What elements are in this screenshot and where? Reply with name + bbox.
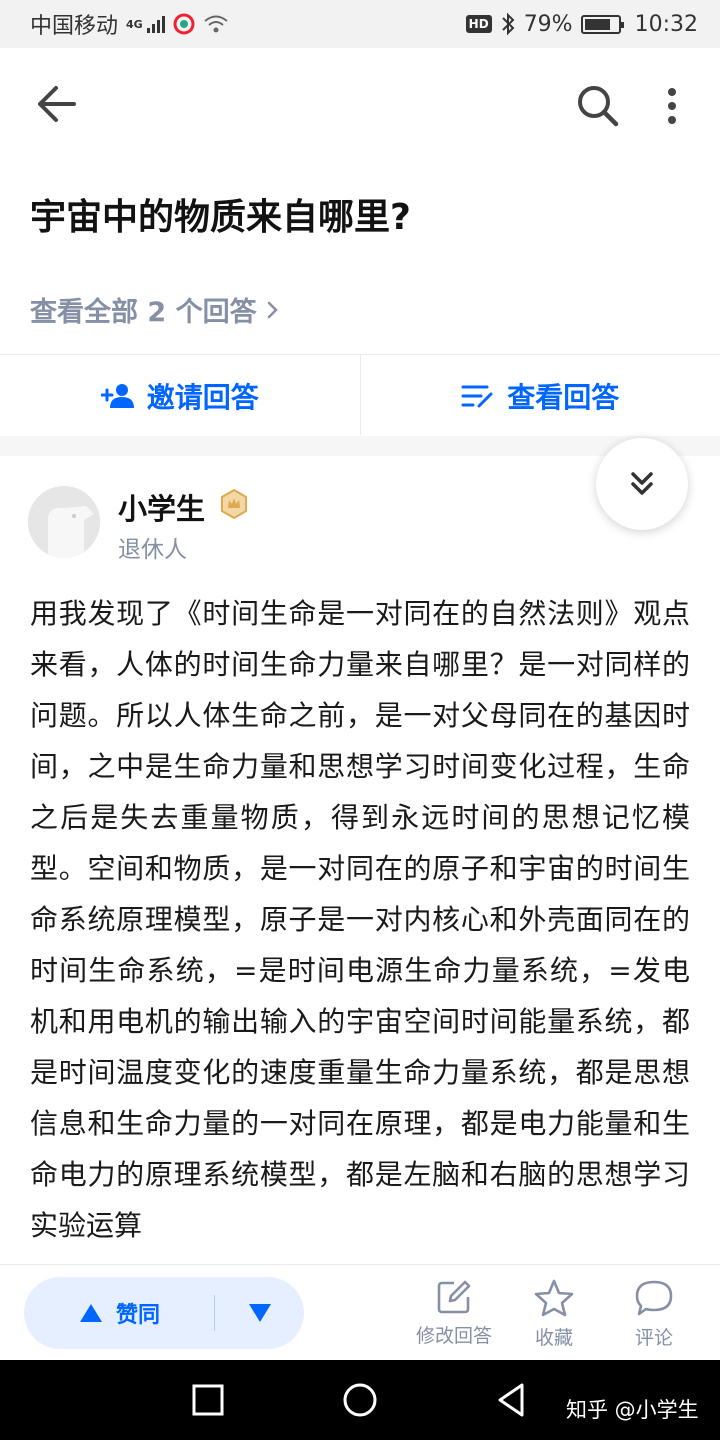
default-avatar-icon (28, 486, 100, 558)
view-answers-button[interactable]: 查看回答 (361, 355, 720, 436)
author-bio: 退休人 (118, 537, 187, 563)
upvote-button[interactable]: 赞同 (24, 1297, 214, 1329)
invite-answer-label: 邀请回答 (146, 380, 259, 414)
hd-icon: HD (465, 15, 492, 33)
view-answers-label: 查看回答 (507, 380, 620, 414)
author-name[interactable]: 小学生 (118, 486, 205, 528)
comment-label: 评论 (634, 1327, 673, 1349)
question-title[interactable]: 宇宙中的物质来自哪里? (30, 188, 411, 240)
edit-icon (437, 1280, 471, 1314)
triangle-up-icon (79, 1304, 102, 1322)
comment-icon (635, 1280, 673, 1316)
add-user-icon (100, 383, 134, 408)
verified-badge-icon (218, 488, 250, 520)
star-icon (534, 1279, 574, 1317)
wifi-icon (203, 14, 229, 34)
question-action-bar: 邀请回答 查看回答 (0, 354, 720, 436)
upvote-label: 赞同 (115, 1303, 160, 1328)
carrier-label: 中国移动 (30, 14, 119, 39)
edit-answer-button[interactable]: 修改回答 (406, 1279, 502, 1348)
avatar[interactable] (28, 486, 100, 558)
collapse-button[interactable] (596, 438, 688, 530)
vote-pill: 赞同 (24, 1277, 304, 1349)
home-button[interactable] (340, 1380, 380, 1420)
invite-answer-button[interactable]: 邀请回答 (0, 355, 360, 436)
chevron-right-icon (267, 301, 278, 318)
more-button[interactable] (656, 84, 688, 128)
favorite-button[interactable]: 收藏 (506, 1279, 602, 1350)
favorite-label: 收藏 (534, 1327, 573, 1349)
list-edit-icon (461, 385, 493, 407)
watermark: 知乎 @小学生 (566, 1398, 699, 1422)
view-all-label: 查看全部 2 个回答 (30, 297, 257, 328)
answer-text: 用我发现了《时间生命是一对同在的自然法则》观点来看，人体的时间生命力量来自哪里？… (30, 597, 690, 1242)
downvote-button[interactable] (215, 1302, 304, 1324)
search-icon (578, 86, 619, 127)
back-button[interactable] (32, 84, 80, 124)
recent-apps-button[interactable] (188, 1380, 228, 1420)
network-label: 4G (126, 18, 143, 31)
view-all-answers-link[interactable]: 查看全部 2 个回答 (30, 290, 279, 329)
system-back-button[interactable] (492, 1380, 532, 1420)
bluetooth-icon (500, 12, 516, 36)
search-button[interactable] (574, 82, 622, 130)
circle-icon (343, 1383, 377, 1417)
bottom-toolbar: 赞同 修改回答 收藏 评论 (0, 1264, 720, 1360)
triangle-down-icon (248, 1304, 271, 1322)
square-icon (192, 1384, 224, 1416)
double-chevron-down-icon (631, 472, 653, 495)
status-left: 中国移动 4G (30, 8, 229, 40)
edit-answer-label: 修改回答 (415, 1325, 492, 1347)
clock: 10:32 (634, 11, 698, 37)
signal-icon (146, 15, 165, 33)
triangle-left-icon (498, 1383, 524, 1417)
answer-content: 用我发现了《时间生命是一对同在的自然法则》观点来看，人体的时间生命力量来自哪里？… (30, 588, 690, 1264)
battery-icon (580, 14, 624, 34)
status-bar: 中国移动 4G HD 79% 10:32 (0, 0, 720, 48)
app-notification-icon (173, 13, 195, 35)
comment-button[interactable]: 评论 (606, 1279, 702, 1350)
status-right: HD 79% 10:32 (465, 11, 698, 37)
arrow-left-icon (38, 86, 76, 122)
more-vertical-icon (668, 88, 676, 124)
battery-percent: 79% (523, 11, 573, 37)
top-nav (0, 48, 720, 160)
